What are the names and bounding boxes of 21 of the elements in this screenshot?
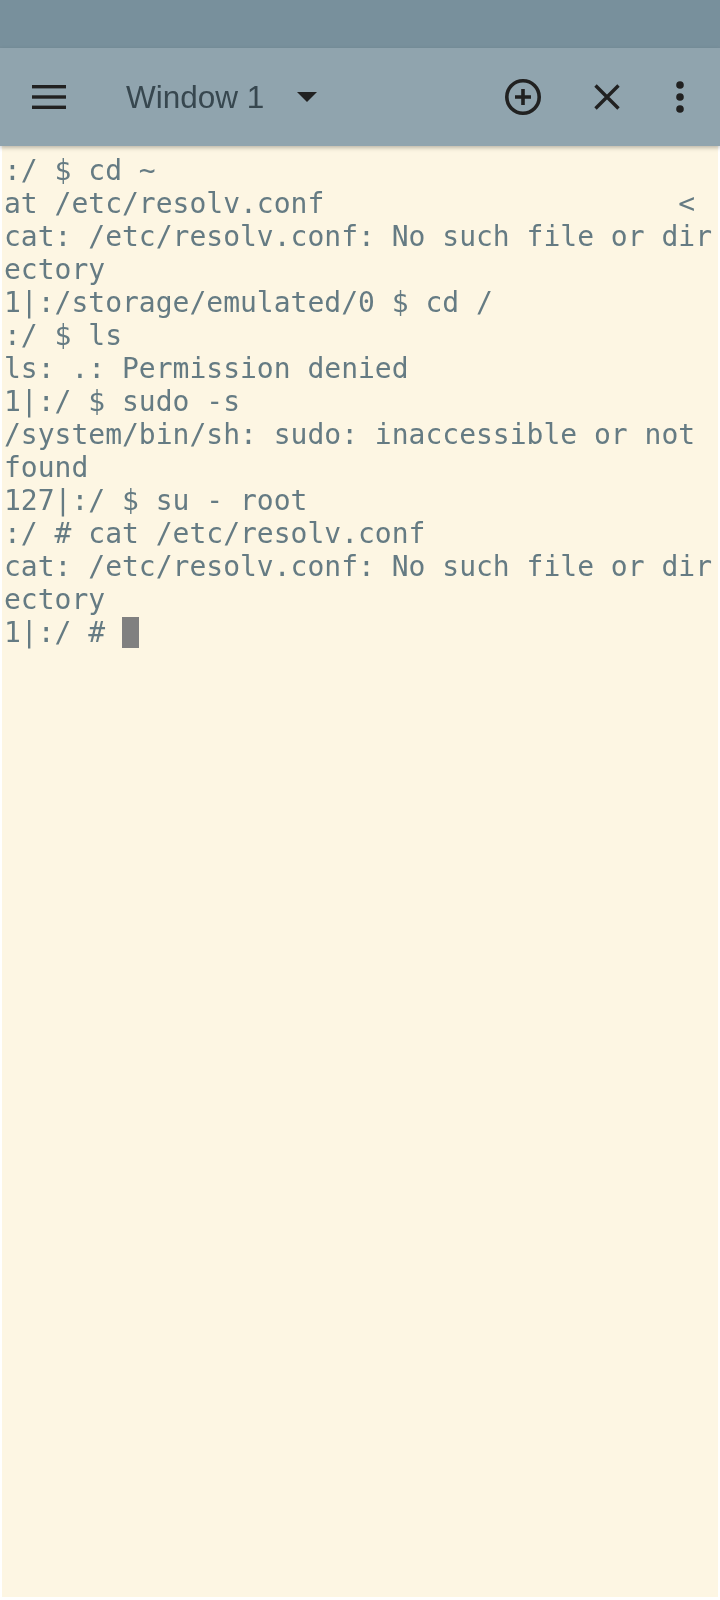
more-icon: [676, 81, 684, 113]
terminal-line: :/ $ cd ~: [4, 154, 156, 187]
terminal-line: at /etc/resolv.conf <: [4, 187, 696, 220]
caret-icon: [297, 92, 318, 102]
terminal-line: cat: /etc/resolv.conf: No such file or dir: [4, 550, 712, 583]
terminal-line: /system/bin/sh: sudo: inaccessible or not: [4, 418, 696, 451]
terminal-line: cat: /etc/resolv.conf: No such file or dir: [4, 220, 712, 253]
terminal-line: :/ $ ls: [4, 319, 122, 352]
close-icon: [594, 84, 620, 110]
terminal-line: 1|:/ #: [4, 616, 106, 649]
terminal-line: ectory: [4, 583, 106, 616]
add-circle-icon: [505, 79, 541, 115]
terminal-line: :/ # cat /etc/resolv.conf: [4, 517, 426, 550]
terminal-line: ls: .: Permission denied: [4, 352, 409, 385]
window-dropdown[interactable]: Window 1: [126, 73, 318, 121]
terminal-line: found: [4, 451, 89, 484]
terminal-line: 1|:/ $ sudo -s: [4, 385, 240, 418]
menu-icon: [32, 85, 66, 109]
terminal-line: 1|:/storage/emulated/0 $ cd /: [4, 286, 493, 319]
terminal-line: ectory: [4, 253, 106, 286]
terminal-line: 127|:/ $ su - root: [4, 484, 308, 517]
